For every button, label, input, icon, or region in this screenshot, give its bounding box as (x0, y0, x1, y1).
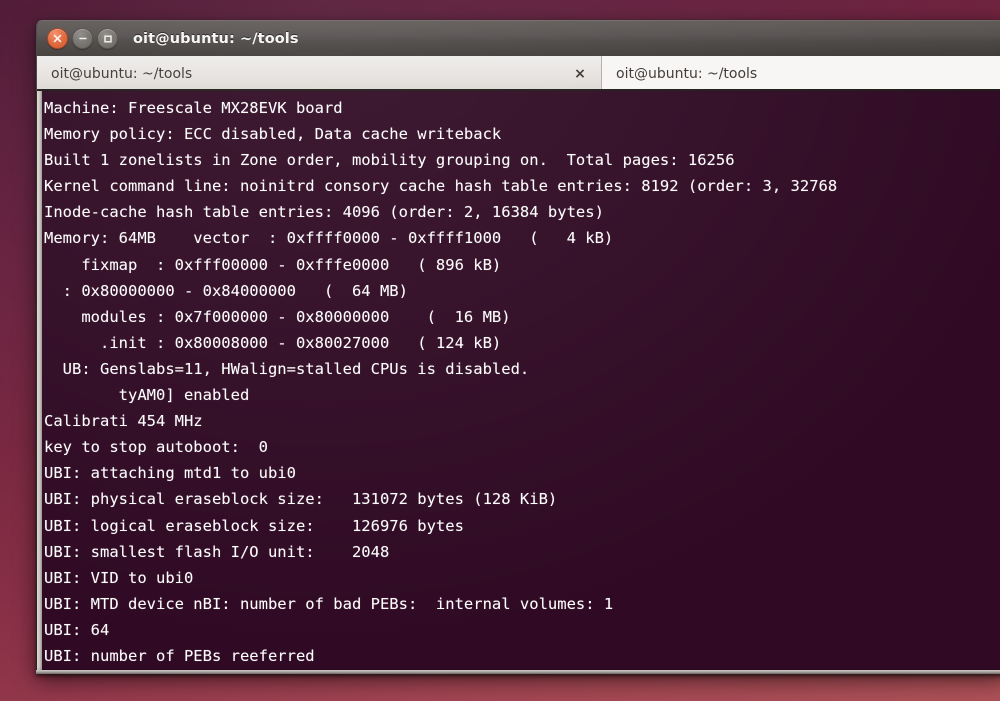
terminal-line: UBI: number of PEBs reeferred (44, 646, 315, 665)
terminal-line: .init : 0x80008000 - 0x80027000 ( 124 kB… (44, 333, 502, 352)
close-icon[interactable] (47, 28, 68, 49)
terminal-line: modules : 0x7f000000 - 0x80000000 ( 16 M… (44, 307, 511, 326)
terminal-line: UBI: 64 (44, 620, 110, 639)
terminal-line: Memory policy: ECC disabled, Data cache … (44, 125, 502, 144)
window-bottom-edge (36, 670, 1000, 674)
tab-bar: oit@ubuntu: ~/tools × oit@ubuntu: ~/tool… (36, 56, 1000, 91)
terminal-line: tyAM0] enabled (44, 386, 250, 405)
tab-label: oit@ubuntu: ~/tools (616, 65, 758, 82)
terminal-line: UBI: attaching mtd1 to ubi0 (44, 464, 296, 483)
terminal-line: key to stop autoboot: 0 (44, 438, 268, 457)
window-controls (47, 28, 118, 49)
terminal-scrollbar[interactable] (37, 91, 42, 673)
terminal-line: UB: Genslabs=11, HWalign=stalled CPUs is… (44, 359, 530, 378)
terminal-line: UBI: MTD device nBI: number of bad PEBs:… (44, 594, 614, 613)
terminal-line: UBI: physical eraseblock size: 131072 by… (44, 490, 558, 509)
terminal-line: Kernel command line: noinitrd consory ca… (44, 177, 838, 196)
terminal-line: Calibrati 454 MHz (44, 412, 203, 431)
window-titlebar[interactable]: oit@ubuntu: ~/tools (36, 20, 1000, 56)
terminal-line: fixmap : 0xfff00000 - 0xfffe0000 ( 896 k… (44, 255, 502, 274)
terminal-line: Inode-cache hash table entries: 4096 (or… (44, 203, 604, 222)
tab-label: oit@ubuntu: ~/tools (51, 65, 193, 82)
terminal-text: Machine: Freescale MX28EVK board Memory p… (44, 95, 1000, 673)
tab-terminal-2[interactable]: oit@ubuntu: ~/tools (602, 56, 1000, 91)
terminal-line: : 0x80000000 - 0x84000000 ( 64 MB) (44, 281, 408, 300)
minimize-icon[interactable] (72, 28, 93, 49)
terminal-line: UBI: logical eraseblock size: 126976 byt… (44, 516, 464, 535)
terminal-line: Machine: Freescale MX28EVK board (44, 99, 343, 117)
tab-terminal-1[interactable]: oit@ubuntu: ~/tools × (37, 56, 602, 91)
terminal-output-area[interactable]: Machine: Freescale MX28EVK board Memory p… (36, 91, 1000, 674)
terminal-line: Memory: 64MB vector : 0xffff0000 - 0xfff… (44, 229, 614, 248)
desktop-background: oit@ubuntu: ~/tools oit@ubuntu: ~/tools … (0, 0, 1000, 701)
terminal-window: oit@ubuntu: ~/tools oit@ubuntu: ~/tools … (36, 20, 1000, 674)
terminal-line: Built 1 zonelists in Zone order, mobilit… (44, 151, 735, 170)
maximize-icon[interactable] (97, 28, 118, 49)
window-title: oit@ubuntu: ~/tools (133, 31, 299, 47)
tab-close-icon[interactable]: × (571, 65, 589, 83)
terminal-line: UBI: smallest flash I/O unit: 2048 (44, 542, 390, 561)
terminal-line: UBI: VID to ubi0 (44, 568, 194, 587)
